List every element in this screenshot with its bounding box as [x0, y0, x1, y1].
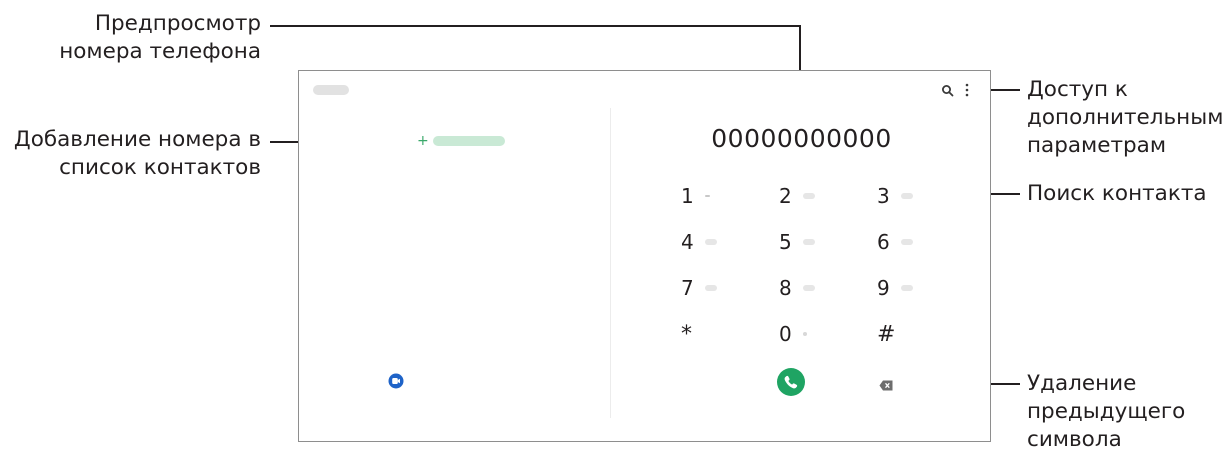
- callout-line: Добавление номера в: [13, 127, 261, 152]
- plus-icon: +: [417, 133, 429, 149]
- key-4[interactable]: 4: [681, 227, 751, 257]
- callout-line: номера телефона: [59, 39, 261, 64]
- callout-search-contact: Поиск контакта: [1027, 180, 1207, 208]
- key-digit: 5: [779, 230, 792, 254]
- key-plus-placeholder: [803, 332, 807, 336]
- phone-icon[interactable]: [777, 368, 805, 396]
- key-letters-placeholder: [803, 193, 815, 199]
- callout-line: список контактов: [59, 155, 261, 180]
- callout-line: символа: [1027, 427, 1122, 452]
- key-digit: 2: [779, 184, 792, 208]
- panel-divider: [610, 108, 611, 418]
- number-preview: 00000000000: [711, 124, 892, 153]
- backspace-icon[interactable]: [879, 376, 893, 391]
- key-digit: 9: [877, 276, 890, 300]
- leader-number-preview-h: [270, 25, 800, 27]
- callout-line: Доступ к: [1027, 77, 1128, 102]
- key-digit: 6: [877, 230, 890, 254]
- key-8[interactable]: 8: [779, 273, 849, 303]
- callout-delete-previous: Удаление предыдущего символа: [1027, 370, 1185, 454]
- key-digit: 8: [779, 276, 792, 300]
- callout-line: Поиск контакта: [1027, 181, 1207, 206]
- callout-line: дополнительным: [1027, 105, 1224, 130]
- key-1[interactable]: 1: [681, 181, 751, 211]
- key-0[interactable]: 0: [779, 319, 849, 349]
- callout-line: предыдущего: [1027, 399, 1186, 424]
- key-letters-placeholder: [901, 193, 913, 199]
- more-vertical-icon[interactable]: [963, 81, 971, 99]
- key-letters-placeholder: [803, 285, 815, 291]
- voicemail-icon: [705, 195, 710, 197]
- key-digit: 4: [681, 230, 694, 254]
- key-letters-placeholder: [705, 285, 717, 291]
- key-letters-placeholder: [705, 239, 717, 245]
- callout-line: Предпросмотр: [94, 11, 261, 36]
- callout-number-preview: Предпросмотр номера телефона: [59, 10, 261, 66]
- dialer-screen: + 00000000000 1 2 3 4 5 6 7 8 9 * 0 #: [298, 70, 991, 442]
- add-to-contacts-label-placeholder: [433, 136, 505, 146]
- app-title-placeholder: [313, 85, 349, 95]
- callout-line: Удаление: [1027, 371, 1137, 396]
- key-hash[interactable]: #: [877, 319, 947, 349]
- key-letters-placeholder: [901, 285, 913, 291]
- key-digit: 1: [681, 184, 694, 208]
- key-letters-placeholder: [803, 239, 815, 245]
- callout-line: параметрам: [1027, 133, 1167, 158]
- key-5[interactable]: 5: [779, 227, 849, 257]
- key-2[interactable]: 2: [779, 181, 849, 211]
- video-call-icon[interactable]: [388, 373, 404, 389]
- key-3[interactable]: 3: [877, 181, 947, 211]
- key-digit: *: [681, 321, 692, 347]
- key-digit: 3: [877, 184, 890, 208]
- key-digit: 0: [779, 322, 792, 346]
- key-6[interactable]: 6: [877, 227, 947, 257]
- key-digit: 7: [681, 276, 694, 300]
- callout-more-options: Доступ к дополнительным параметрам: [1027, 76, 1223, 160]
- add-to-contacts-button[interactable]: +: [417, 133, 505, 149]
- key-letters-placeholder: [901, 239, 913, 245]
- key-digit: #: [877, 321, 896, 347]
- key-7[interactable]: 7: [681, 273, 751, 303]
- key-9[interactable]: 9: [877, 273, 947, 303]
- callout-add-to-contacts: Добавление номера в список контактов: [14, 126, 261, 182]
- search-icon[interactable]: [941, 83, 955, 97]
- key-star[interactable]: *: [681, 319, 751, 349]
